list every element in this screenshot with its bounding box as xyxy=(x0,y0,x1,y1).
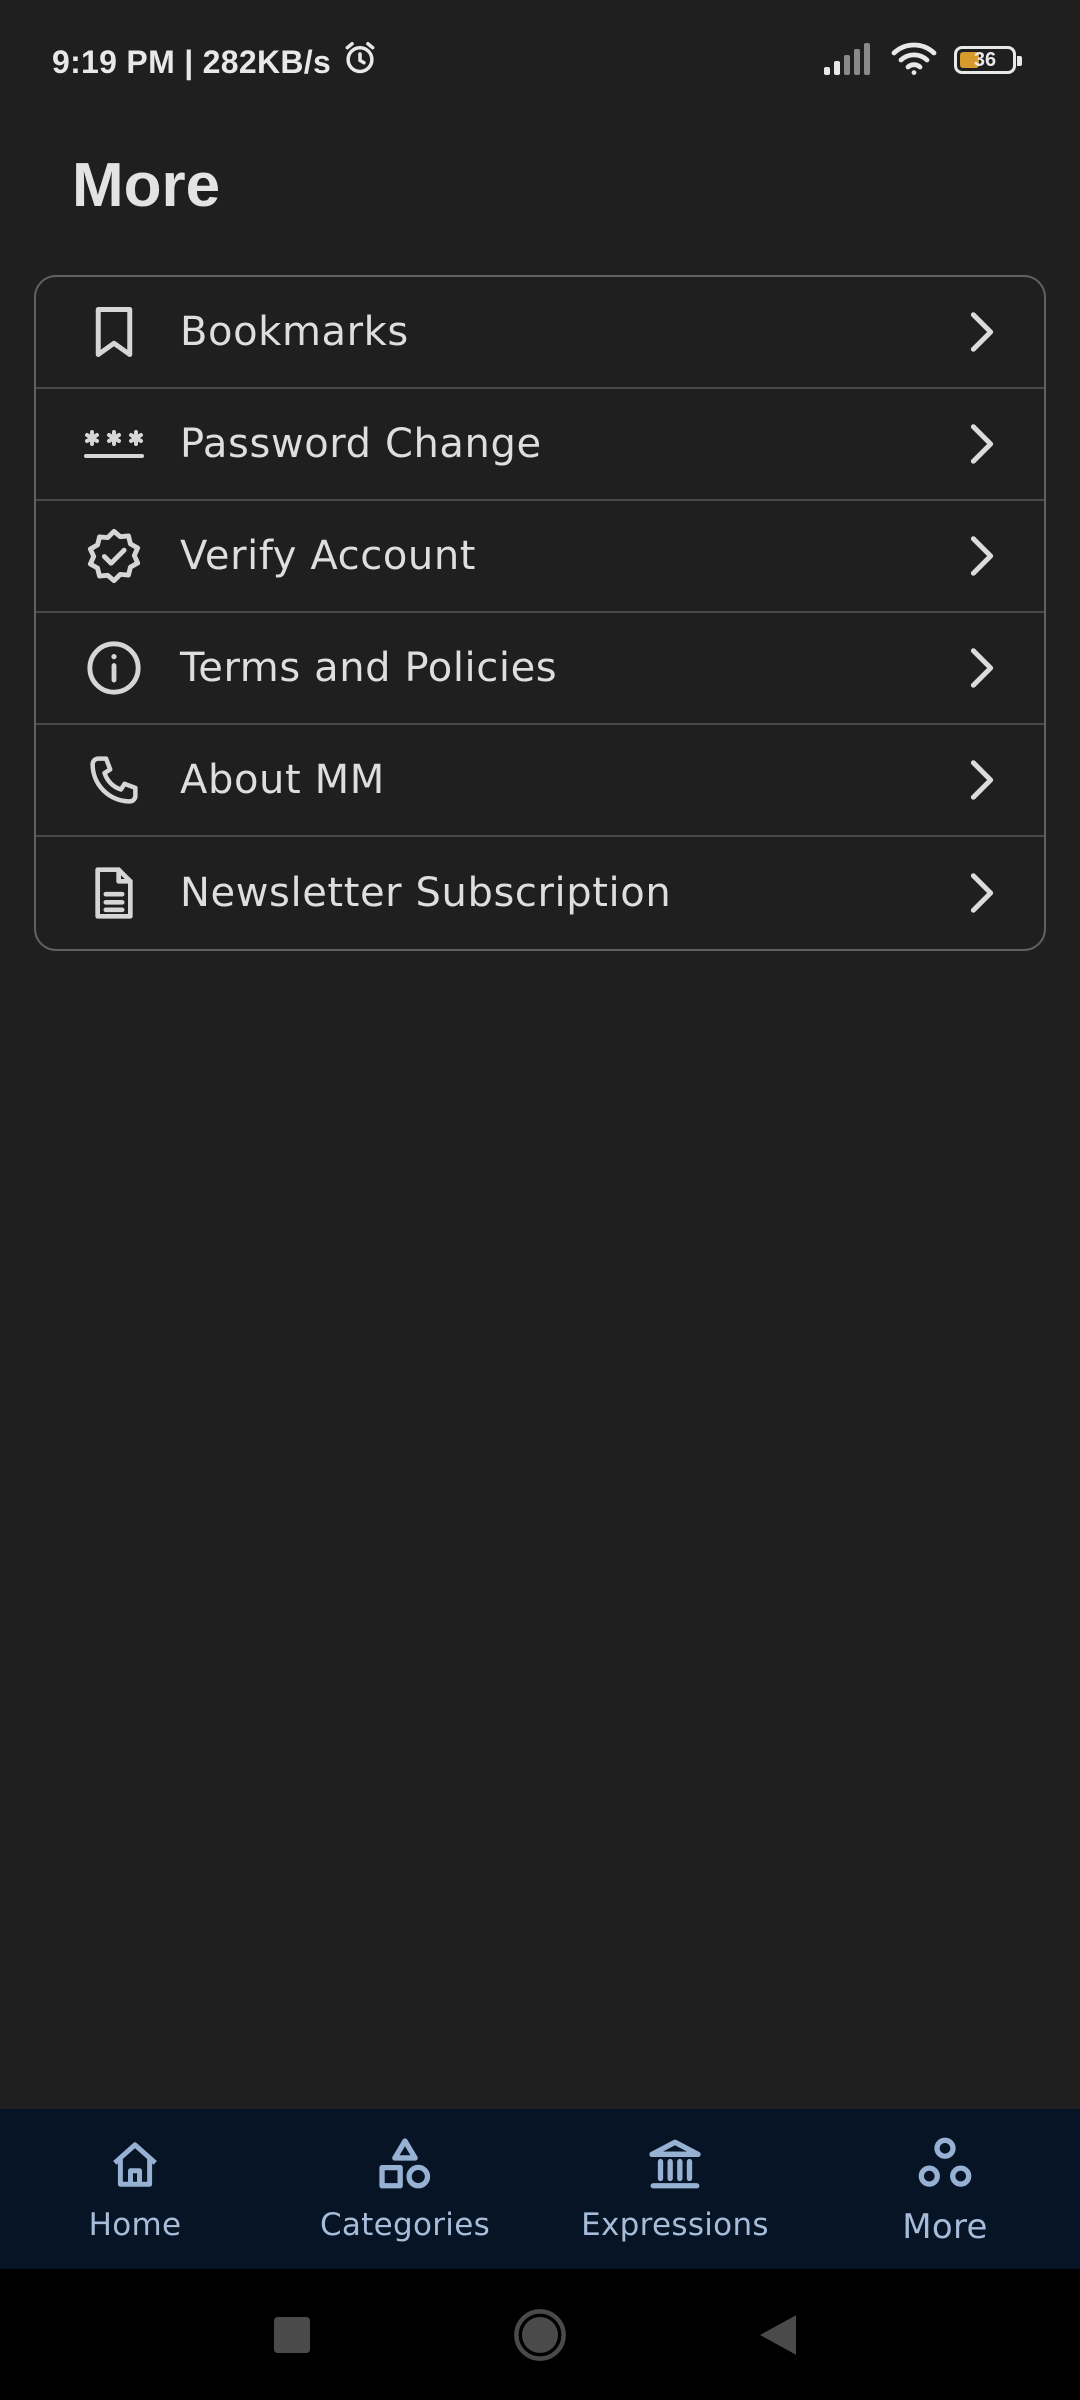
bookmark-icon xyxy=(82,300,146,364)
chevron-right-icon xyxy=(962,418,1002,470)
info-icon xyxy=(82,636,146,700)
status-time-speed: 9:19 PM | 282KB/s xyxy=(52,43,332,80)
status-bar: 9:19 PM | 282KB/s 36 xyxy=(0,0,1080,120)
system-nav-bar xyxy=(0,2269,1080,2400)
menu-item-bookmarks[interactable]: Bookmarks xyxy=(36,277,1044,389)
status-left: 9:19 PM | 282KB/s xyxy=(52,40,379,84)
home-icon xyxy=(104,2133,166,2195)
back-icon[interactable] xyxy=(758,2269,798,2400)
screen: 9:19 PM | 282KB/s 36 More Bookmarks Pass… xyxy=(0,0,1080,2400)
nav-categories[interactable]: Categories xyxy=(270,2109,540,2269)
institution-icon xyxy=(644,2133,706,2195)
battery-icon: 36 xyxy=(954,46,1022,74)
more-circles-icon xyxy=(914,2133,976,2195)
menu-item-verify-account[interactable]: Verify Account xyxy=(36,501,1044,613)
chevron-right-icon xyxy=(962,306,1002,358)
page-title: More xyxy=(72,151,221,220)
chevron-right-icon xyxy=(962,642,1002,694)
nav-label: Home xyxy=(88,2207,182,2243)
shapes-icon xyxy=(374,2133,436,2195)
menu-item-label: About MM xyxy=(180,757,385,803)
nav-expressions[interactable]: Expressions xyxy=(540,2109,810,2269)
home-circle-icon[interactable] xyxy=(510,2269,570,2400)
menu-item-terms-and-policies[interactable]: Terms and Policies xyxy=(36,613,1044,725)
chevron-right-icon xyxy=(962,867,1002,919)
nav-label: Expressions xyxy=(581,2207,769,2243)
alarm-icon xyxy=(341,39,379,85)
menu-item-password-change[interactable]: Password Change xyxy=(36,389,1044,501)
wifi-icon xyxy=(890,40,938,80)
nav-label: Categories xyxy=(319,2207,491,2243)
menu-item-newsletter-subscription[interactable]: Newsletter Subscription xyxy=(36,837,1044,949)
nav-label: More xyxy=(902,2207,988,2247)
menu-item-label: Verify Account xyxy=(180,533,477,579)
nav-more[interactable]: More xyxy=(810,2109,1080,2269)
signal-icon xyxy=(822,41,874,79)
password-icon xyxy=(82,412,146,476)
menu-item-label: Password Change xyxy=(180,421,542,467)
nav-home[interactable]: Home xyxy=(0,2109,270,2269)
bottom-nav: Home Categories Expressions More xyxy=(0,2109,1080,2269)
menu-item-label: Bookmarks xyxy=(180,309,409,355)
recents-icon[interactable] xyxy=(272,2269,312,2400)
menu-list: Bookmarks Password Change Verify Account… xyxy=(34,275,1046,951)
phone-icon xyxy=(82,748,146,812)
chevron-right-icon xyxy=(962,530,1002,582)
document-icon xyxy=(82,861,146,925)
chevron-right-icon xyxy=(962,754,1002,806)
menu-item-about-mm[interactable]: About MM xyxy=(36,725,1044,837)
menu-item-label: Newsletter Subscription xyxy=(180,870,672,916)
status-right: 36 xyxy=(822,38,1022,82)
verified-badge-icon xyxy=(82,524,146,588)
menu-item-label: Terms and Policies xyxy=(180,645,558,691)
battery-level: 36 xyxy=(973,48,997,71)
